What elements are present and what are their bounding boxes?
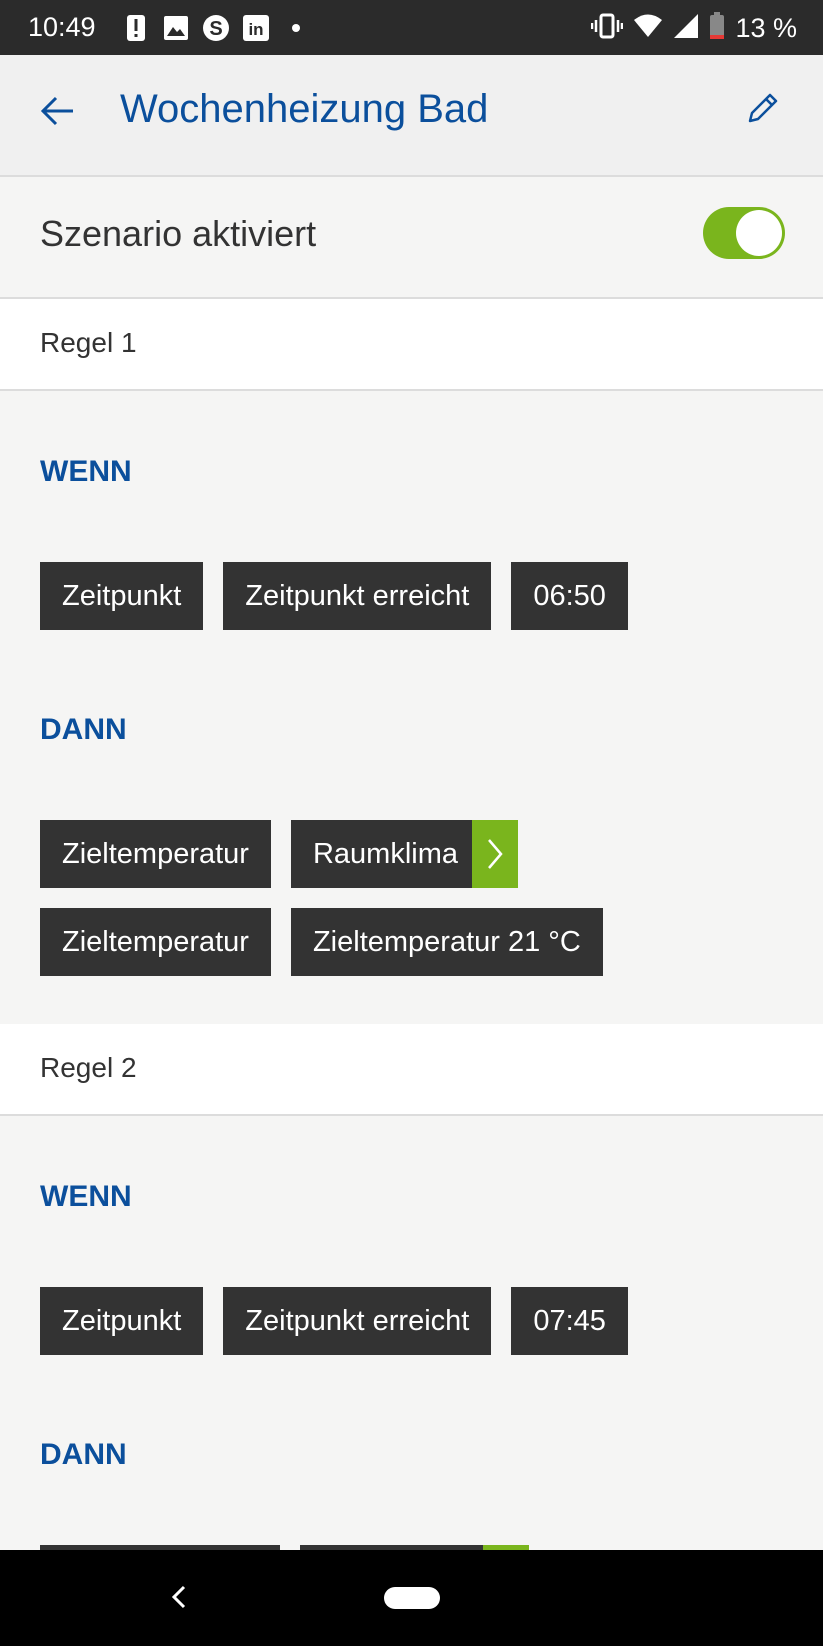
- scenario-toggle-label: Szenario aktiviert: [40, 213, 317, 254]
- then-section-title: DANN: [40, 1438, 127, 1471]
- status-bar: 10:49 S in 13 %: [0, 0, 823, 55]
- trigger-type-chip[interactable]: Zeitpunkt: [40, 562, 204, 630]
- if-chip-row: Zeitpunkt Zeitpunkt erreicht 07:45: [40, 1287, 628, 1355]
- linkedin-icon: in: [242, 14, 270, 42]
- battery-percentage: 13 %: [735, 13, 797, 43]
- status-right: 13 %: [591, 12, 797, 45]
- svg-text:S: S: [209, 18, 222, 40]
- vibrate-icon: [591, 12, 624, 45]
- trigger-time-chip[interactable]: 06:50: [511, 562, 628, 630]
- signal-icon: [673, 13, 699, 44]
- rule-title: Regel 1: [40, 327, 137, 358]
- if-section-title: WENN: [40, 1180, 132, 1213]
- chevron-left-icon: [171, 1585, 186, 1609]
- rule-title: Regel 2: [40, 1052, 137, 1083]
- notification-icons: S in: [122, 12, 310, 44]
- nav-back-button[interactable]: [165, 1582, 195, 1612]
- app-bar: Wochenheizung Bad: [0, 55, 823, 177]
- image-icon: [162, 14, 190, 42]
- arrow-left-icon: [40, 96, 73, 126]
- battery-icon: [709, 12, 725, 45]
- back-button[interactable]: [40, 93, 80, 133]
- action-type-chip[interactable]: Zieltemperatur: [40, 908, 271, 976]
- status-time: 10:49: [28, 12, 96, 42]
- if-chip-row: Zeitpunkt Zeitpunkt erreicht 06:50: [40, 562, 628, 630]
- then-chip-row: Zieltemperatur Zieltemperatur 21 °C: [40, 908, 603, 976]
- dot-icon: [282, 14, 310, 42]
- wifi-icon: [633, 13, 663, 44]
- scenario-toggle-row: Szenario aktiviert: [0, 177, 823, 299]
- edit-button[interactable]: [744, 91, 784, 131]
- system-nav-bar: [0, 1550, 823, 1646]
- trigger-type-chip[interactable]: Zeitpunkt: [40, 1287, 204, 1355]
- action-value-chip[interactable]: Zieltemperatur 21 °C: [290, 908, 603, 976]
- svg-text:in: in: [248, 20, 263, 39]
- action-target-chip[interactable]: Raumklima: [290, 820, 518, 888]
- trigger-condition-chip[interactable]: Zeitpunkt erreicht: [223, 1287, 492, 1355]
- alert-icon: [122, 14, 150, 42]
- page-title: Wochenheizung Bad: [120, 87, 489, 131]
- if-section-title: WENN: [40, 455, 132, 488]
- scenario-toggle[interactable]: [703, 207, 785, 259]
- rule-header[interactable]: Regel 1: [0, 299, 823, 391]
- skype-icon: S: [202, 14, 230, 42]
- chevron-right-icon[interactable]: [472, 820, 518, 888]
- then-section-title: DANN: [40, 713, 127, 746]
- action-target-label: Raumklima: [290, 820, 472, 888]
- then-chip-row: Zieltemperatur Raumklima: [40, 820, 518, 888]
- nav-home-button[interactable]: [384, 1587, 440, 1609]
- toggle-knob: [736, 210, 782, 256]
- trigger-condition-chip[interactable]: Zeitpunkt erreicht: [223, 562, 492, 630]
- pencil-icon: [748, 93, 778, 123]
- rule-header[interactable]: Regel 2: [0, 1024, 823, 1116]
- trigger-time-chip[interactable]: 07:45: [511, 1287, 628, 1355]
- action-type-chip[interactable]: Zieltemperatur: [40, 820, 271, 888]
